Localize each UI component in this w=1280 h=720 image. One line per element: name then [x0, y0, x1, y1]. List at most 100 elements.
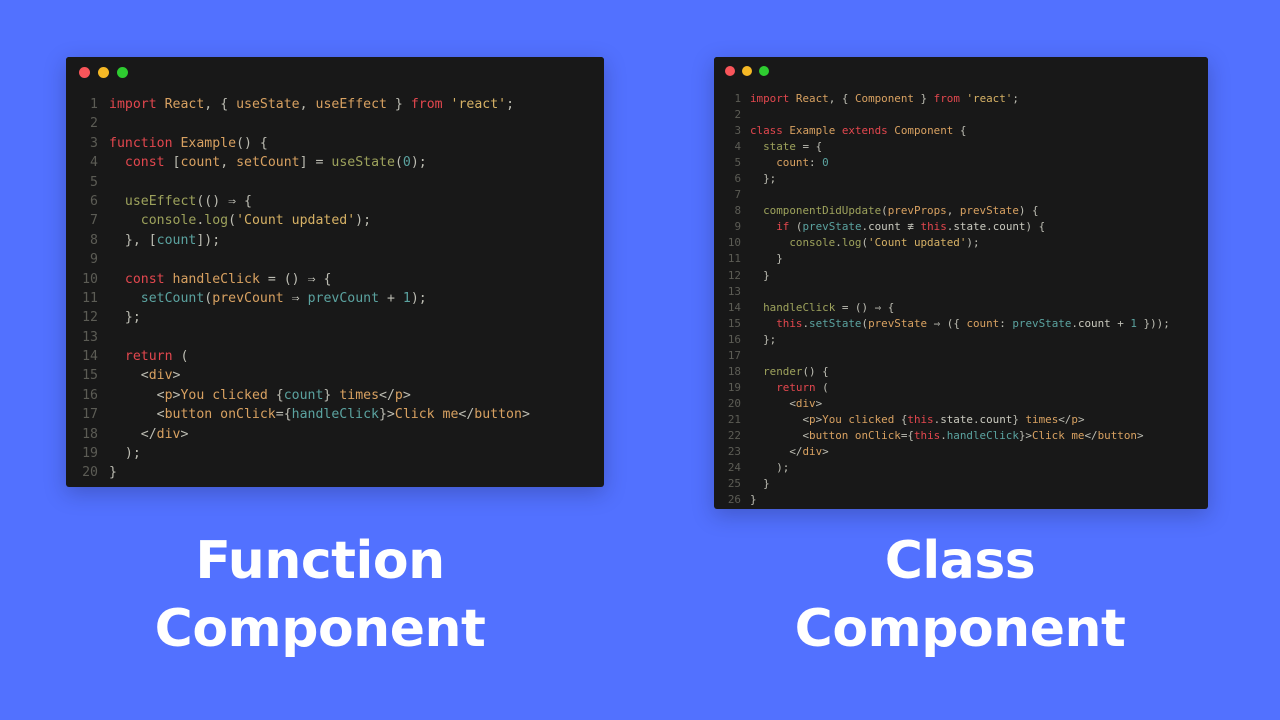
line-number: 7	[734, 188, 741, 202]
code-token: }	[750, 252, 783, 266]
code-token: onClick	[220, 407, 276, 423]
code-token: div	[148, 368, 173, 384]
window-titlebar	[66, 57, 604, 87]
code-token: console	[789, 236, 836, 250]
code-token: prevProps	[887, 204, 947, 218]
line-number: 6	[734, 172, 741, 186]
slide-canvas: 1 import React, { useState, useEffect } f…	[0, 0, 1280, 720]
line-number: 14	[82, 349, 98, 365]
code-line: 25 }	[724, 476, 1208, 492]
code-editor-function[interactable]: 1 import React, { useState, useEffect } f…	[66, 87, 604, 483]
code-line: 22 <button onClick={this.handleClick}>Cl…	[724, 428, 1208, 444]
code-token: <	[750, 396, 796, 410]
code-token: ;	[506, 97, 515, 112]
line-number: 5	[90, 174, 98, 190]
code-editor-class[interactable]: 1 import React, { Component } from 'react…	[714, 85, 1208, 508]
code-token: handleClick	[291, 407, 379, 423]
code-token: handleClick	[763, 300, 836, 314]
code-token: {	[881, 300, 895, 314]
code-token: </	[379, 387, 395, 403]
line-number: 13	[82, 329, 98, 345]
line-number: 20	[727, 396, 741, 410]
code-token: >	[521, 407, 530, 423]
code-token: count	[180, 155, 221, 171]
line-number: 17	[727, 348, 741, 362]
code-token: {	[275, 387, 284, 403]
code-line: 12 };	[78, 308, 604, 327]
code-token: 0	[402, 155, 411, 171]
line-number: 3	[734, 124, 741, 138]
code-token: setCount	[140, 290, 205, 306]
line-number: 11	[727, 252, 741, 266]
minimize-dot-icon[interactable]	[98, 66, 109, 78]
code-token: ()	[275, 271, 308, 287]
code-token: p	[394, 387, 403, 403]
code-token: () {	[802, 364, 829, 378]
code-token: <	[109, 387, 165, 403]
line-number: 1	[90, 97, 98, 112]
code-token: }	[750, 268, 770, 282]
code-token: >	[822, 445, 829, 459]
window-titlebar	[714, 57, 1208, 85]
code-token: </	[1084, 428, 1098, 442]
code-token: (	[172, 349, 189, 365]
code-token: ;	[1012, 92, 1019, 105]
code-token: </	[458, 407, 475, 423]
code-token: <	[109, 368, 149, 384]
line-number: 17	[82, 407, 98, 423]
code-line: 17	[724, 348, 1208, 364]
line-number: 12	[82, 310, 98, 326]
code-token: 0	[822, 156, 829, 170]
code-token: button	[164, 407, 213, 423]
code-line: 6 useEffect(() ⇒ {	[78, 192, 604, 211]
code-token: handleClick	[946, 428, 1019, 442]
code-token: ⇒	[307, 271, 316, 287]
line-number: 19	[727, 380, 741, 394]
code-line: 3 class Example extends Component {	[724, 123, 1208, 139]
code-token: p	[164, 387, 173, 403]
code-token: count	[979, 412, 1013, 426]
code-token: count	[868, 220, 901, 234]
code-token: useEffect	[315, 97, 387, 112]
code-token: Click me	[1032, 428, 1085, 442]
code-token: <	[109, 407, 165, 423]
code-token: ,	[204, 97, 221, 112]
line-number: 19	[82, 446, 98, 462]
line-number: 18	[82, 426, 98, 442]
code-token: prevState	[959, 204, 1019, 218]
code-token: count	[966, 316, 1000, 330]
code-line: 20}	[78, 463, 604, 482]
close-dot-icon[interactable]	[79, 66, 90, 78]
line-number: 16	[727, 332, 741, 346]
line-number: 21	[727, 412, 741, 426]
minimize-dot-icon[interactable]	[742, 66, 752, 76]
code-line: 18 </div>	[78, 425, 604, 444]
code-line: 17 <button onClick={handleClick}>Click m…	[78, 405, 604, 424]
maximize-dot-icon[interactable]	[759, 66, 769, 76]
code-token: ⇒	[228, 193, 237, 209]
close-dot-icon[interactable]	[725, 66, 735, 76]
line-number: 23	[727, 445, 741, 459]
code-token: useState	[331, 155, 395, 171]
code-token: {	[809, 140, 823, 154]
maximize-dot-icon[interactable]	[117, 66, 128, 78]
code-line: 13	[724, 284, 1208, 300]
code-token: useState	[236, 97, 300, 112]
line-number: 12	[727, 268, 741, 282]
code-token: >	[402, 387, 411, 403]
code-token: }, [	[109, 232, 157, 248]
code-token: React	[795, 92, 829, 105]
line-number: 13	[727, 284, 741, 298]
code-token: ()	[848, 300, 875, 314]
